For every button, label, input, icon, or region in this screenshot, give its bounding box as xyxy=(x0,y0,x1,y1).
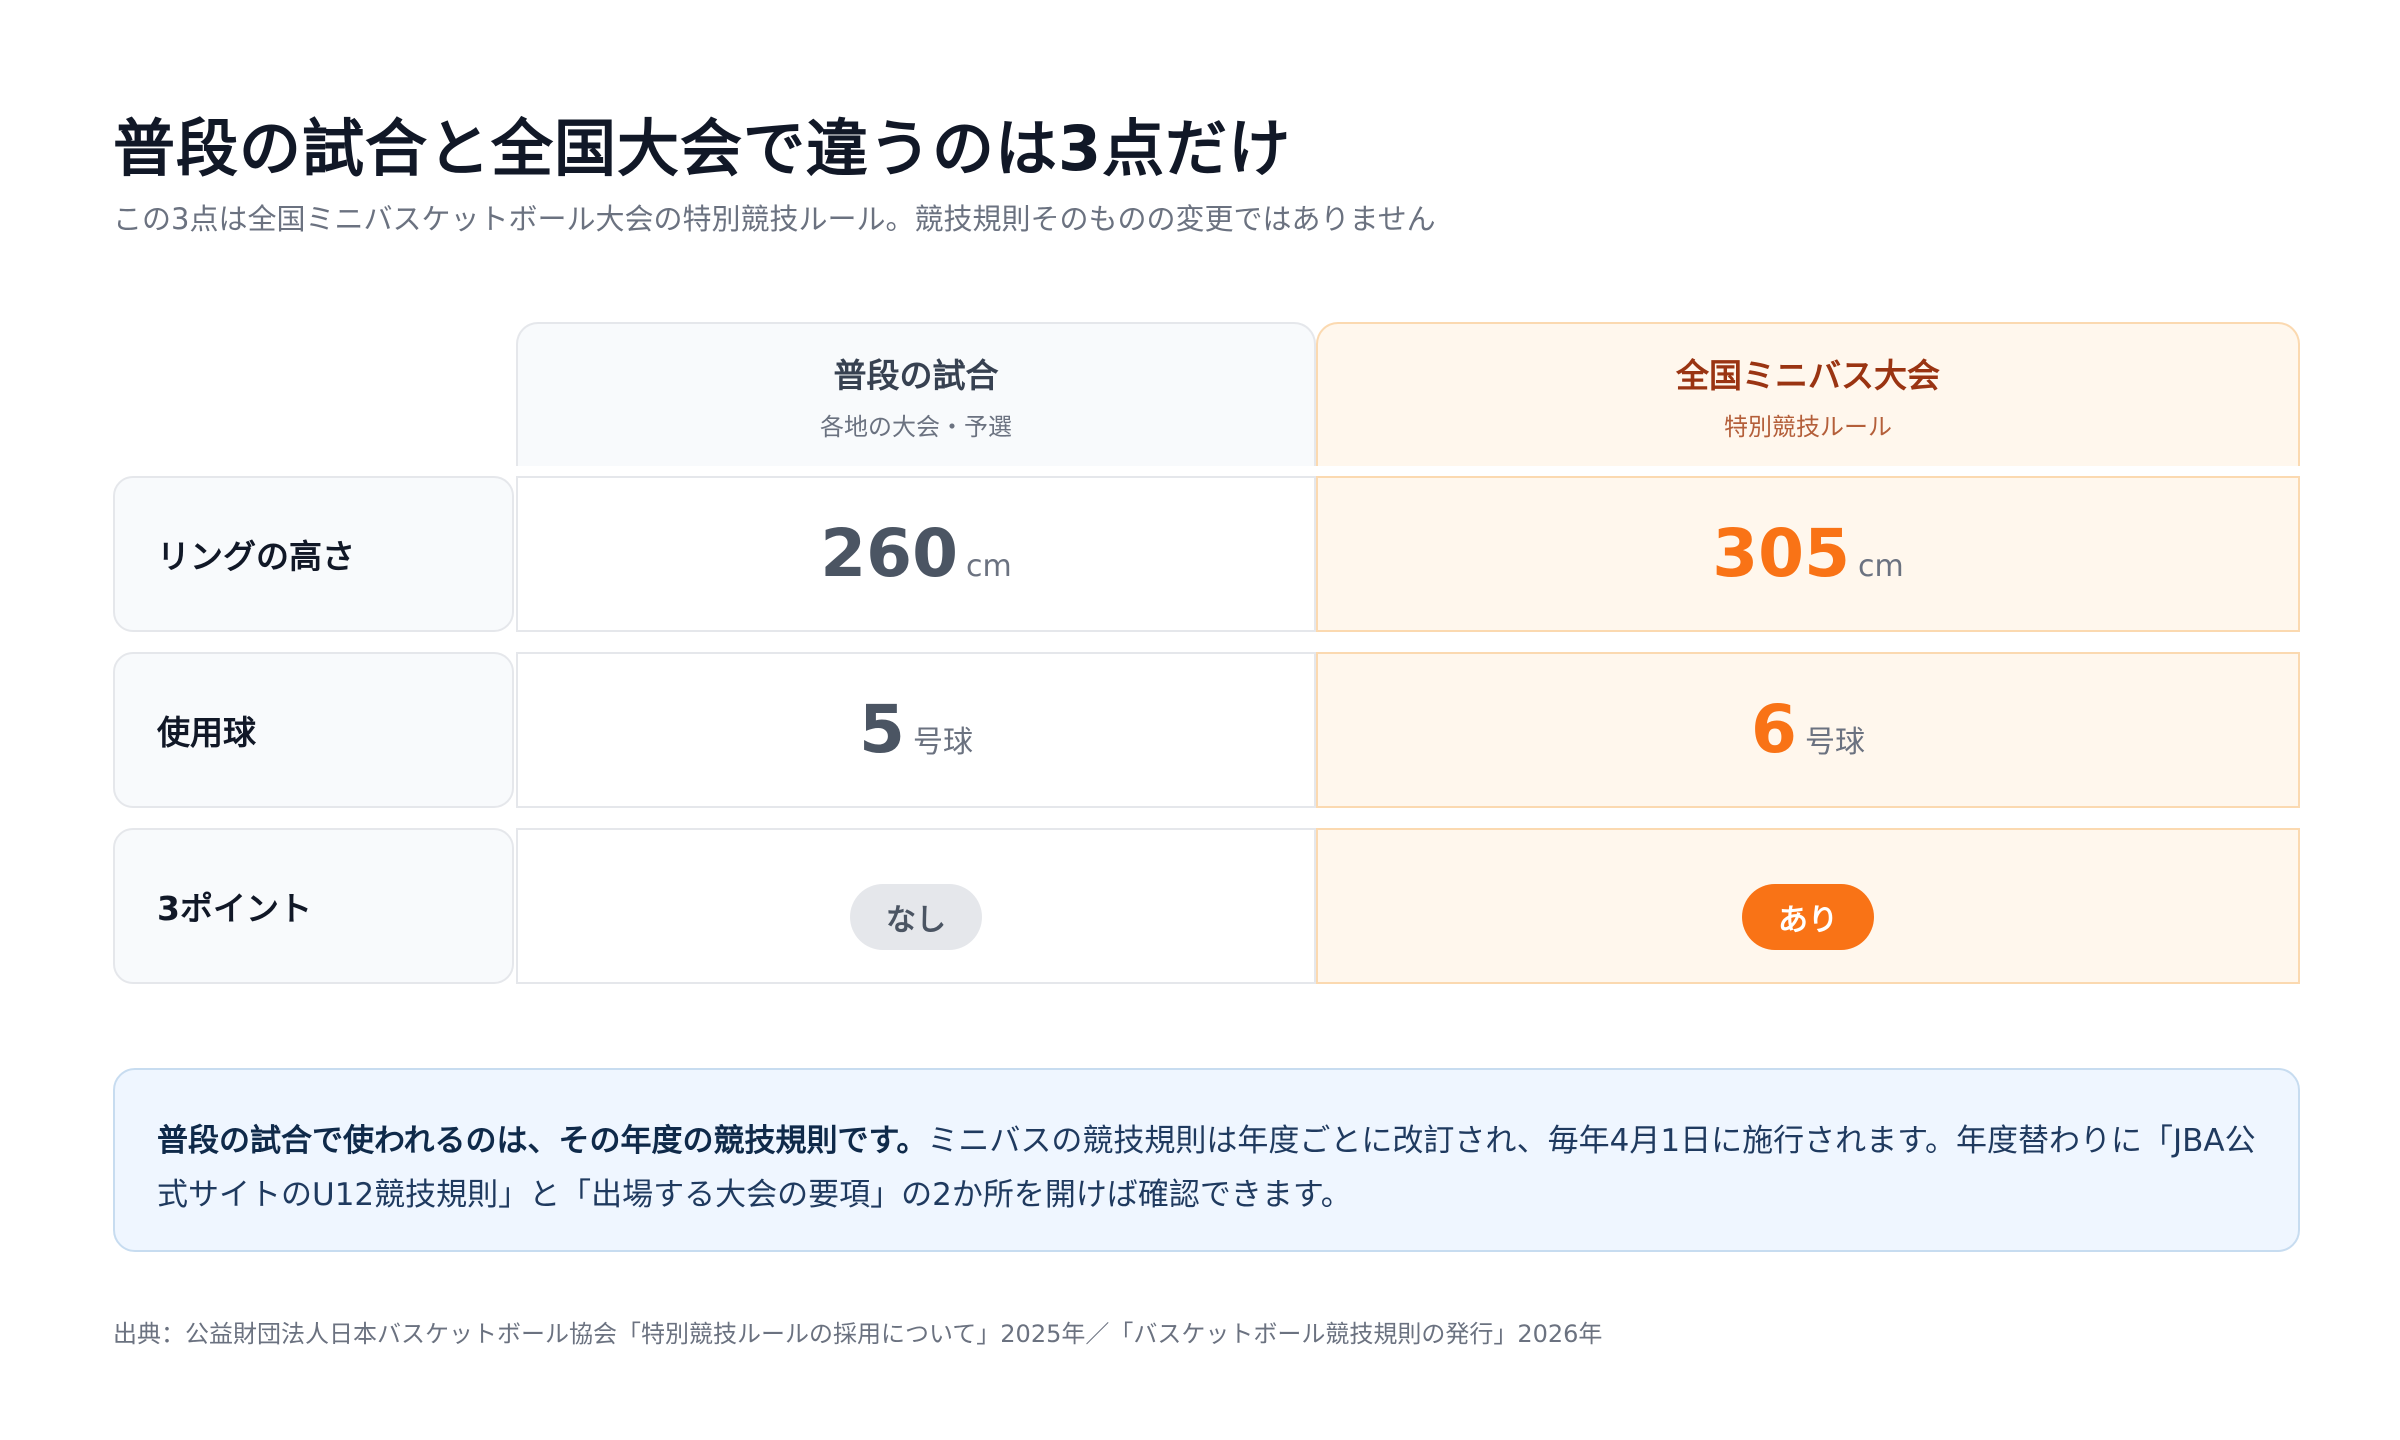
cell-ring-height-normal: 260 cm xyxy=(516,476,1316,632)
cell-ball-size-national: 6 号球 xyxy=(1316,652,2300,808)
cell-three-point-national: あり xyxy=(1316,828,2300,984)
row-label-ring-height: リングの高さ xyxy=(113,476,514,632)
ball-size-normal-unit: 号球 xyxy=(912,725,973,760)
page-title: 普段の試合と全国大会で違うのは3点だけ xyxy=(113,112,1292,185)
three-point-national-badge: あり xyxy=(1742,884,1874,950)
row-label-ball-size: 使用球 xyxy=(113,652,514,808)
cell-ring-height-national: 305 cm xyxy=(1316,476,2300,632)
ball-size-national-value: 6 xyxy=(1751,691,1797,768)
column-header-normal-label: 普段の試合 xyxy=(833,355,999,395)
row-label-three-point: 3ポイント xyxy=(113,828,514,984)
ring-height-normal-value: 260 xyxy=(820,515,959,592)
column-header-normal: 普段の試合 各地の大会・予選 xyxy=(516,322,1316,466)
info-note: 普段の試合で使われるのは、その年度の競技規則です。ミニバスの競技規則は年度ごとに… xyxy=(113,1068,2300,1252)
page-subtitle: この3点は全国ミニバスケットボール大会の特別競技ルール。競技規則そのものの変更で… xyxy=(113,202,1436,236)
comparison-page: 普段の試合と全国大会で違うのは3点だけ この3点は全国ミニバスケットボール大会の… xyxy=(0,0,2400,1440)
cell-three-point-normal: なし xyxy=(516,828,1316,984)
three-point-normal-badge: なし xyxy=(850,884,982,950)
ring-height-normal-unit: cm xyxy=(966,549,1012,584)
column-header-national-label: 全国ミニバス大会 xyxy=(1676,355,1940,395)
source-citation: 出典：公益財団法人日本バスケットボール協会「特別競技ルールの採用について」202… xyxy=(113,1320,1603,1348)
ball-size-normal-value: 5 xyxy=(859,691,905,768)
ring-height-national-value: 305 xyxy=(1712,515,1851,592)
column-header-normal-sub: 各地の大会・予選 xyxy=(820,412,1012,441)
cell-ball-size-normal: 5 号球 xyxy=(516,652,1316,808)
ball-size-national-unit: 号球 xyxy=(1804,725,1865,760)
ring-height-national-unit: cm xyxy=(1858,549,1904,584)
column-header-national-sub: 特別競技ルール xyxy=(1724,412,1892,441)
info-note-lead: 普段の試合で使われるのは、その年度の競技規則です。 xyxy=(157,1123,928,1159)
column-header-national: 全国ミニバス大会 特別競技ルール xyxy=(1316,322,2300,466)
